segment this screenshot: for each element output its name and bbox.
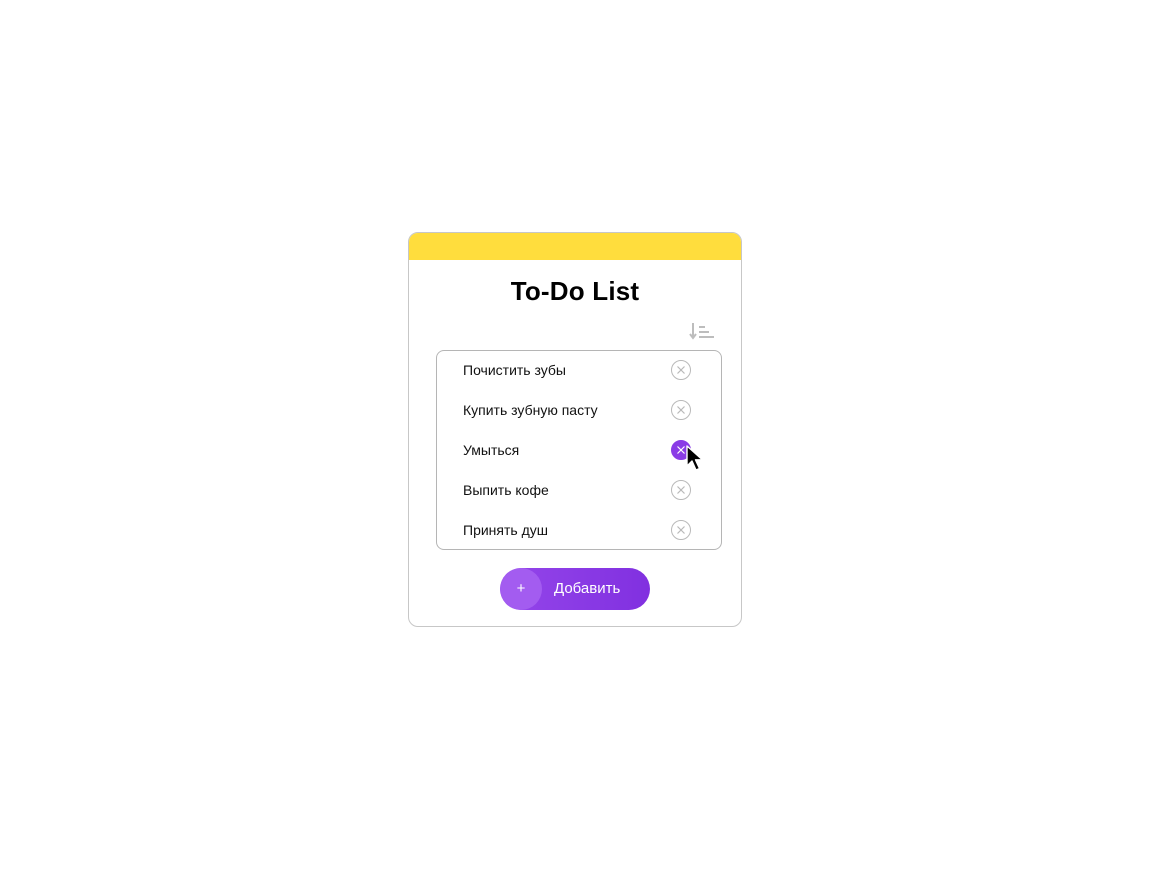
delete-task-button[interactable] xyxy=(671,520,691,540)
page-title: To-Do List xyxy=(510,276,640,306)
close-icon xyxy=(677,486,685,494)
task-label: Принять душ xyxy=(463,522,548,538)
card-header-bar xyxy=(409,233,741,260)
delete-task-button[interactable] xyxy=(671,400,691,420)
close-icon xyxy=(677,446,685,454)
task-item: Почистить зубы xyxy=(437,351,721,391)
task-label: Почистить зубы xyxy=(463,362,566,378)
task-list: Почистить зубы Купить зубную пасту Умыть… xyxy=(436,350,722,550)
close-icon xyxy=(677,526,685,534)
task-item: Выпить кофе xyxy=(437,471,721,511)
delete-task-button-hovered[interactable] xyxy=(671,440,691,460)
task-label: Купить зубную пасту xyxy=(463,402,598,418)
plus-icon: + xyxy=(500,568,542,610)
close-icon xyxy=(677,366,685,374)
delete-task-button[interactable] xyxy=(671,360,691,380)
task-label: Выпить кофе xyxy=(463,482,549,498)
add-task-button[interactable]: + Добавить xyxy=(500,568,650,610)
task-item: Принять душ xyxy=(437,511,721,551)
add-button-label: Добавить xyxy=(554,580,621,597)
page: To-Do List Почистить зубы Купить зубную … xyxy=(0,0,1152,878)
task-item: Купить зубную пасту xyxy=(437,391,721,431)
todo-card: To-Do List Почистить зубы Купить зубную … xyxy=(408,232,742,627)
close-icon xyxy=(677,406,685,414)
sort-button[interactable] xyxy=(689,321,717,341)
task-label: Умыться xyxy=(463,442,520,458)
sort-icon xyxy=(689,323,714,340)
task-item: Умыться xyxy=(437,431,721,471)
delete-task-button[interactable] xyxy=(671,480,691,500)
